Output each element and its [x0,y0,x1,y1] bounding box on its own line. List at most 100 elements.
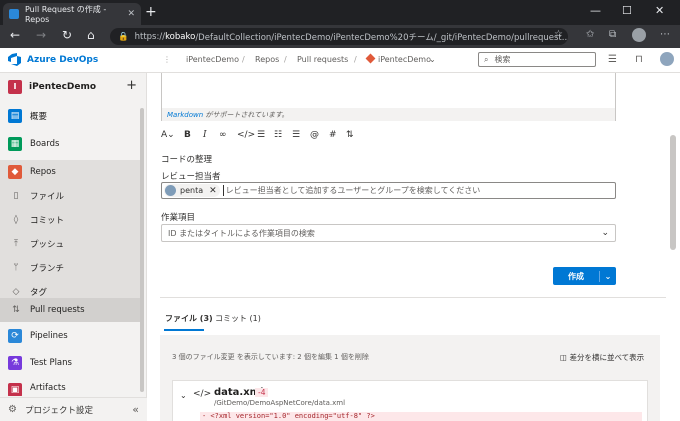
sidebar-item-pipelines[interactable]: ⟳ Pipelines [0,324,140,348]
markdown-note-text: がサポートされています。 [203,111,289,119]
hashtag-icon[interactable]: # [329,130,337,140]
sidebar-item-label: ファイル [30,192,65,202]
create-button[interactable]: 作成 ⌄ [553,267,616,285]
sidebar-item-artifacts[interactable]: ▣ Artifacts [0,378,140,396]
work-items-input[interactable]: ID またはタイトルによる作業項目の検索 ⌄ [161,224,616,242]
reload-icon[interactable]: ↻ [62,28,72,42]
create-button-label: 作成 [553,270,600,282]
text-style-icon[interactable]: A⌄ [161,130,175,140]
azure-devops-logo-icon[interactable] [8,53,22,66]
chevron-down-icon[interactable]: ⌄ [429,55,436,64]
chevron-down-icon[interactable]: ⌄ [601,228,609,238]
user-avatar[interactable] [660,52,674,66]
code-icon[interactable]: </> [237,130,255,140]
project-settings[interactable]: ⚙ プロジェクト設定 « [0,397,147,421]
sidebar-scrollbar[interactable] [140,108,144,392]
quote-icon[interactable]: ☰ [257,130,265,140]
remove-reviewer-icon[interactable]: ✕ [209,186,217,196]
sidebar-item-label: タグ [30,288,48,298]
breadcrumb-separator: / [354,55,357,64]
collapse-sidebar-icon[interactable]: « [132,403,139,416]
sidebar-item-files[interactable]: ▯ ファイル [0,184,140,208]
pull-request-link-icon[interactable]: ⇅ [346,130,354,140]
url-path: /DefaultCollection/iPentecDemo/iPentecDe… [195,32,568,43]
tab-files[interactable]: ファイル (3) [165,313,213,324]
close-tab-icon[interactable]: ✕ [127,9,135,19]
sidebar-item-label: Pipelines [30,331,68,341]
add-icon[interactable]: + [126,78,137,93]
forward-icon[interactable]: → [36,28,46,42]
sidebar-item-boards[interactable]: ▦ Boards [0,132,140,156]
browser-menu-icon[interactable]: ⋯ [660,29,670,40]
lock-icon: 🔒 [118,31,129,42]
overview-icon: ▤ [8,109,22,123]
project-settings-label: プロジェクト設定 [24,405,93,416]
link-icon[interactable]: ∞ [219,130,227,140]
minimize-button[interactable]: — [590,4,601,17]
branch-icon: ᛘ [13,263,19,273]
url-bar[interactable]: 🔒 https:// kobako /DefaultCollection/iPe… [110,28,568,45]
sidebar-item-pull-requests[interactable]: ⇅ Pull requests [0,298,140,322]
sidebar-item-label: ブランチ [30,264,65,274]
push-icon: ⤒ [14,239,18,249]
url-host: kobako [165,31,196,42]
ordered-list-icon[interactable]: ☷ [274,130,282,140]
browser-profile-avatar[interactable] [632,28,646,42]
tag-icon: ◇ [12,287,20,297]
favorites-bar-icon[interactable]: ✩ [586,29,594,40]
side-by-side-label: 差分を横に並べて表示 [569,353,645,362]
sidebar-item-label: Artifacts [30,383,66,393]
commit-icon: ◊ [13,215,19,225]
markdown-link[interactable]: Markdown [167,111,203,119]
new-tab-button[interactable]: + [145,4,157,20]
reviewer-chip: penta ✕ [164,184,220,197]
sidebar-item-label: Repos [30,167,56,177]
sidebar-item-test-plans[interactable]: ⚗ Test Plans [0,351,140,375]
back-icon[interactable]: ← [10,28,20,42]
active-tab-indicator [164,329,204,331]
search-input[interactable]: ⌕ 検索 [478,52,596,67]
file-icon: ▯ [13,191,19,201]
project-selector[interactable]: I iPentecDemo + [0,73,147,100]
bold-icon[interactable]: B [184,130,191,140]
main-scrollbar[interactable] [670,135,676,250]
maximize-button[interactable]: ☐ [622,4,632,17]
breadcrumb-pull-requests[interactable]: Pull requests [297,55,348,64]
close-window-button[interactable]: ✕ [655,4,664,17]
mention-icon[interactable]: @ [310,130,319,140]
unordered-list-icon[interactable]: ☰ [292,130,300,140]
sidebar-item-repos[interactable]: ◆ Repos [0,160,140,184]
sidebar-item-label: Boards [30,139,60,149]
sidebar-item-label: プッシュ [30,240,65,250]
chevron-down-icon[interactable]: ⌄ [600,272,616,281]
browser-tab[interactable]: Pull Request の作成 - Repos ✕ [3,3,141,25]
side-by-side-toggle[interactable]: ◫ 差分を横に並べて表示 [560,352,644,363]
home-icon[interactable]: ⌂ [87,28,95,42]
breadcrumb-project[interactable]: iPentecDemo [186,55,239,64]
breadcrumb-repo[interactable]: iPentecDemo [378,55,431,64]
chevron-down-icon[interactable]: ⌄ [180,391,187,400]
sidebar-item-pushes[interactable]: ⤒ プッシュ [0,232,140,256]
breadcrumb-repos[interactable]: Repos [255,55,279,64]
deletions-badge: -4 [255,388,269,397]
shopping-bag-icon[interactable]: ⊓ [635,54,643,65]
tab-commits[interactable]: コミット (1) [215,313,261,324]
collections-icon[interactable]: ⧉ [609,29,616,40]
reviewers-input[interactable]: penta ✕ レビュー担当者として追加するユーザーとグループを検索してください [161,182,616,199]
search-placeholder: 検索 [494,55,511,64]
list-icon[interactable]: ☰ [608,54,617,65]
breadcrumb-more-icon[interactable]: ⋮ [163,55,171,64]
azure-devops-brand[interactable]: Azure DevOps [27,55,98,65]
favorite-star-icon[interactable]: ☆ [554,29,563,40]
project-badge: I [8,79,22,94]
search-icon: ⌕ [484,54,489,64]
divider [160,297,666,298]
sidebar-item-commits[interactable]: ◊ コミット [0,208,140,232]
breadcrumb-separator: / [242,55,245,64]
sidebar-item-branches[interactable]: ᛘ ブランチ [0,256,140,280]
italic-icon[interactable]: I [203,130,207,140]
artifacts-icon: ▣ [8,383,22,396]
diff-line-removed: - <?xml version="1.0" encoding="utf-8" ?… [200,412,642,421]
sidebar-item-overview[interactable]: ▤ 概要 [0,104,140,128]
project-name: iPentecDemo [29,81,97,92]
